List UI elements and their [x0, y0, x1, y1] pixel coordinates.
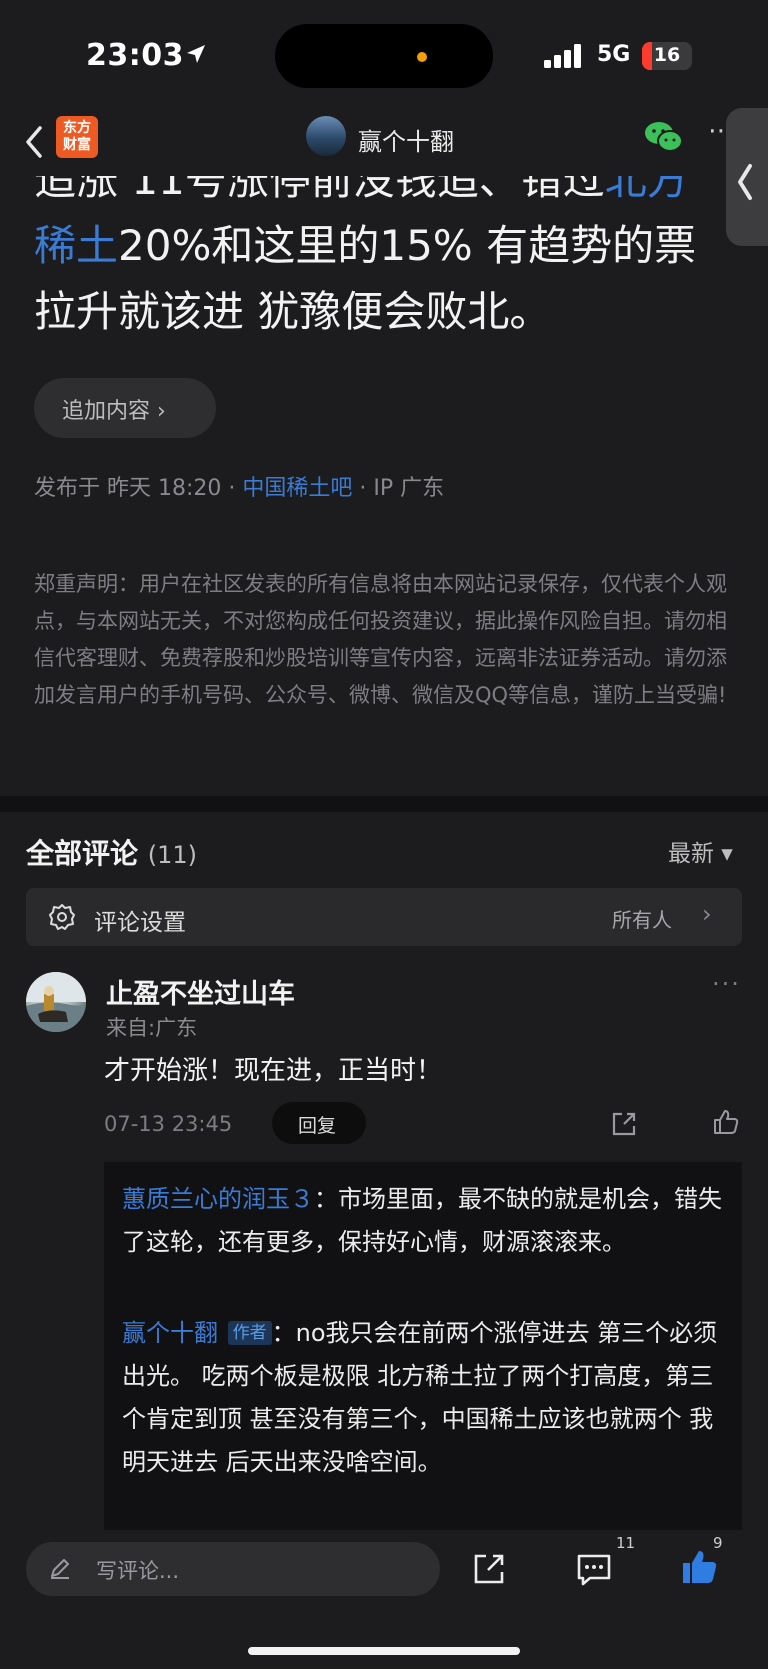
comments-count: (11)	[147, 841, 198, 869]
comments-title: 全部评论	[26, 837, 139, 870]
comment-settings-label: 评论设置	[94, 910, 186, 936]
nav-title[interactable]: 赢个十翻	[358, 122, 454, 157]
bottom-bar: 写评论... 11 9	[0, 1530, 768, 1669]
reply-item[interactable]: 蕙质兰心的润玉３：市场里面，最不缺的就是机会，错失了这轮，还有更多，保持好心情，…	[122, 1178, 722, 1264]
post-meta: 发布于 昨天 18:20 · 中国稀土吧 · IP 广东	[34, 470, 444, 502]
comment-settings-value: 所有人	[612, 908, 672, 932]
app-logo[interactable]: 东方 财富	[56, 116, 98, 158]
comment-time: 07-13 23:45	[104, 1112, 233, 1136]
gear-icon	[49, 904, 75, 930]
commenter-name[interactable]: 止盈不坐过山车	[106, 972, 295, 1011]
cellular-signal-icon	[544, 44, 581, 68]
pen-icon	[51, 1559, 69, 1579]
recording-dot-icon	[417, 52, 427, 62]
chevron-left-icon[interactable]	[20, 120, 50, 164]
reply-author[interactable]: 蕙质兰心的润玉３	[122, 1185, 314, 1213]
forum-link[interactable]: 中国稀土吧	[242, 476, 352, 501]
sort-dropdown[interactable]: 最新 ▾	[668, 834, 733, 868]
reply-thread: 蕙质兰心的润玉３：市场里面，最不缺的就是机会，错失了这轮，还有更多，保持好心情，…	[104, 1162, 742, 1532]
more-icon[interactable]: ···	[712, 970, 741, 998]
post-text-line: 稀土20%和这里的15% 有趋势的票	[34, 212, 744, 279]
comment-count: 11	[616, 1534, 636, 1552]
add-content-label: 追加内容 ›	[62, 399, 166, 424]
thumbs-up-icon[interactable]	[712, 1108, 740, 1136]
publish-time: 发布于 昨天 18:20 ·	[34, 476, 243, 501]
post-text-line: 拉升就该进 犹豫便会败北。	[34, 287, 552, 336]
battery-icon: 16	[642, 42, 692, 70]
avatar[interactable]	[26, 972, 86, 1032]
chevron-right-icon: ›	[702, 900, 712, 928]
status-time: 23:03	[86, 38, 184, 73]
share-icon[interactable]	[610, 1110, 638, 1138]
reply-button[interactable]: 回复	[272, 1102, 366, 1144]
reply-item[interactable]: 赢个十翻 作者 ：no我只会在前两个涨停进去 第三个必须出光。 吃两个板是极限 北…	[122, 1312, 722, 1484]
comment-settings-row[interactable]: 评论设置 所有人 ›	[26, 888, 742, 946]
reply-label: 回复	[298, 1115, 337, 1137]
comment-icon[interactable]	[576, 1552, 612, 1586]
share-icon[interactable]	[472, 1552, 506, 1586]
dynamic-island	[275, 24, 493, 88]
add-content-button[interactable]: 追加内容 ›	[34, 378, 216, 438]
section-divider	[0, 796, 768, 812]
avatar-image	[26, 972, 86, 1032]
post-content: 追涨 11号涨停前没钱追、错过北方 稀土20%和这里的15% 有趋势的票 拉升就…	[0, 160, 768, 790]
battery-level: 16	[653, 44, 681, 66]
status-bar: 23:03 5G 16	[0, 0, 768, 110]
author-avatar[interactable]	[306, 116, 346, 156]
network-type: 5G	[597, 42, 631, 67]
author-badge: 作者	[227, 1321, 272, 1345]
comment-text: 才开始涨！现在进，正当时！	[104, 1056, 443, 1086]
comment-input-placeholder: 写评论...	[96, 1559, 180, 1583]
ip-location: · IP 广东	[352, 476, 445, 501]
home-indicator	[248, 1647, 520, 1655]
thumbs-up-icon[interactable]	[680, 1548, 718, 1586]
comments-header: 全部评论 (11)	[26, 832, 197, 872]
nav-bar: 东方 财富 赢个十翻 ⋯	[0, 110, 768, 176]
disclaimer: 郑重声明：用户在社区发表的所有信息将由本网站记录保存，仅代表个人观点，与本网站无…	[34, 572, 727, 707]
stock-link-xitu[interactable]: 稀土	[34, 221, 118, 270]
like-count: 9	[713, 1534, 723, 1552]
chevron-left-icon[interactable]	[734, 160, 756, 204]
commenter-location: 来自:广东	[106, 1016, 198, 1040]
reply-author[interactable]: 赢个十翻	[122, 1319, 218, 1347]
comment-input[interactable]: 写评论...	[26, 1542, 440, 1596]
wechat-icon[interactable]	[644, 120, 684, 154]
location-arrow-icon	[187, 45, 205, 63]
post-text: 20%和这里的15% 有趋势的票	[118, 221, 697, 270]
